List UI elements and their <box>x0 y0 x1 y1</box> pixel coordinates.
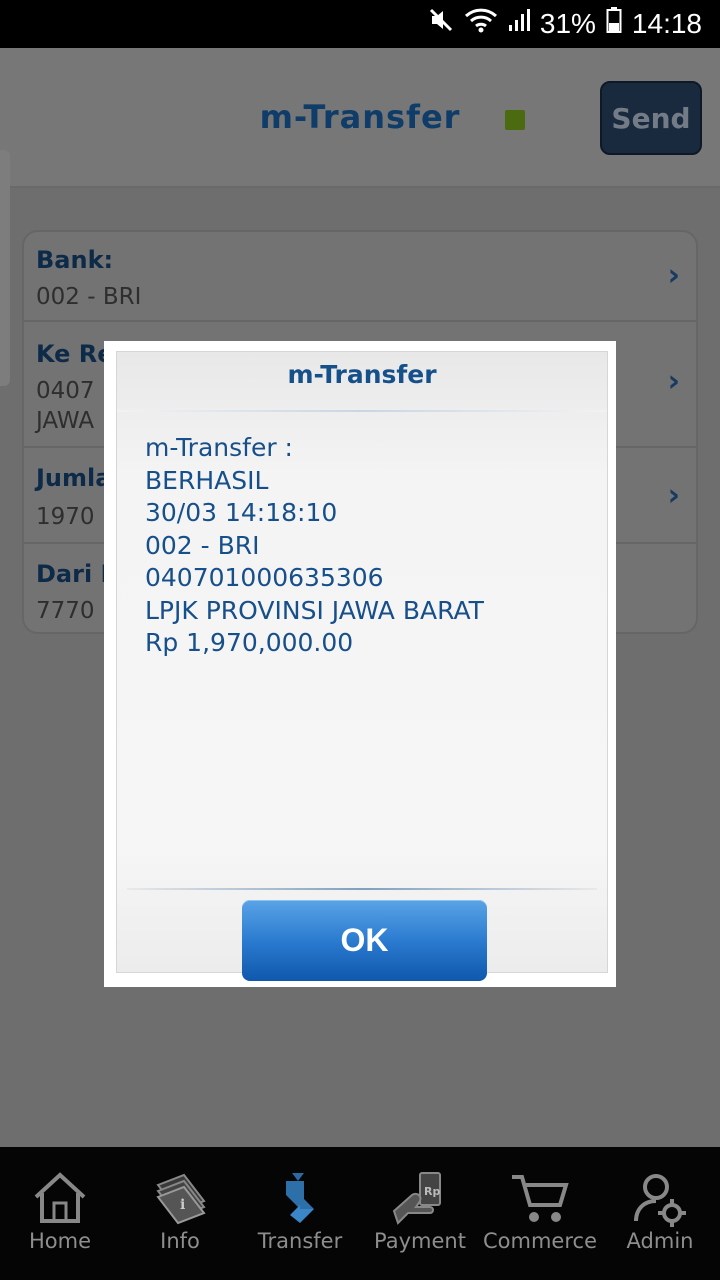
chevron-right-icon: › <box>667 258 680 293</box>
wifi-icon <box>464 7 498 40</box>
form-row-label: Bank: <box>36 246 114 274</box>
nav-label: Payment <box>374 1229 466 1253</box>
nav-item-home[interactable]: Home <box>0 1147 120 1280</box>
battery-percent: 31% <box>539 7 596 39</box>
clock: 14:18 <box>631 7 702 39</box>
send-button[interactable]: Send <box>600 81 702 155</box>
nav-item-transfer[interactable]: Transfer <box>240 1147 360 1280</box>
app-header: m-Transfer Send <box>0 48 720 188</box>
form-row-value: 1970 <box>36 504 95 530</box>
divider <box>117 410 607 412</box>
dialog-body: m-Transfer m-Transfer : BERHASIL 30/03 1… <box>116 351 608 981</box>
form-row-label: Ke Re <box>36 340 114 368</box>
cart-icon <box>512 1175 569 1222</box>
message-line: 002 - BRI <box>145 530 260 560</box>
status-indicator <box>505 110 525 130</box>
result-dialog: m-Transfer m-Transfer : BERHASIL 30/03 1… <box>104 341 616 987</box>
message-line: BERHASIL <box>145 465 269 495</box>
form-row-value-2: JAWA <box>36 408 95 434</box>
divider <box>127 888 597 890</box>
status-bar: 31% 14:18 <box>0 0 720 48</box>
payment-icon: Rp <box>392 1172 441 1225</box>
admin-icon <box>634 1174 686 1227</box>
dialog-message: m-Transfer : BERHASIL 30/03 14:18:10 002… <box>145 432 484 660</box>
battery-icon <box>606 6 622 41</box>
side-drawer-handle[interactable] <box>0 150 10 386</box>
chevron-right-icon: › <box>667 364 680 399</box>
form-row-bank[interactable]: Bank: 002 - BRI › <box>24 232 696 322</box>
message-line: 30/03 14:18:10 <box>145 498 338 527</box>
nav-item-commerce[interactable]: Commerce <box>480 1147 600 1280</box>
transfer-icon <box>286 1173 314 1223</box>
form-row-value: 7770 <box>36 598 95 624</box>
nav-label: Transfer <box>257 1229 343 1253</box>
message-line: LPJK PROVINSI JAWA BARAT <box>145 595 484 625</box>
nav-label: Admin <box>626 1229 694 1253</box>
home-icon <box>34 1172 86 1223</box>
form-row-value: 0407 <box>36 378 95 404</box>
message-line: 040701000635306 <box>145 563 384 592</box>
nav-item-admin[interactable]: Admin <box>600 1147 720 1280</box>
signal-icon <box>508 7 530 40</box>
mute-icon <box>428 7 454 40</box>
message-line: m-Transfer : <box>145 433 293 462</box>
dialog-title: m-Transfer <box>287 360 437 389</box>
info-icon: i <box>156 1173 206 1225</box>
svg-text:Rp: Rp <box>424 1185 440 1198</box>
ok-button[interactable]: OK <box>242 900 487 981</box>
nav-item-payment[interactable]: Rp Payment <box>360 1147 480 1280</box>
form-row-value: 002 - BRI <box>36 284 142 310</box>
nav-label: Commerce <box>483 1229 597 1253</box>
message-line: Rp 1,970,000.00 <box>145 628 354 657</box>
nav-label: Home <box>28 1229 91 1253</box>
nav-label: Info <box>160 1229 200 1253</box>
bottom-navigation: Home i Info Transfer Rp Payment Commerce… <box>0 1147 720 1280</box>
svg-text:i: i <box>180 1197 185 1213</box>
nav-item-info[interactable]: i Info <box>120 1147 240 1280</box>
chevron-right-icon: › <box>667 478 680 513</box>
form-row-label: Jumla <box>36 464 112 492</box>
